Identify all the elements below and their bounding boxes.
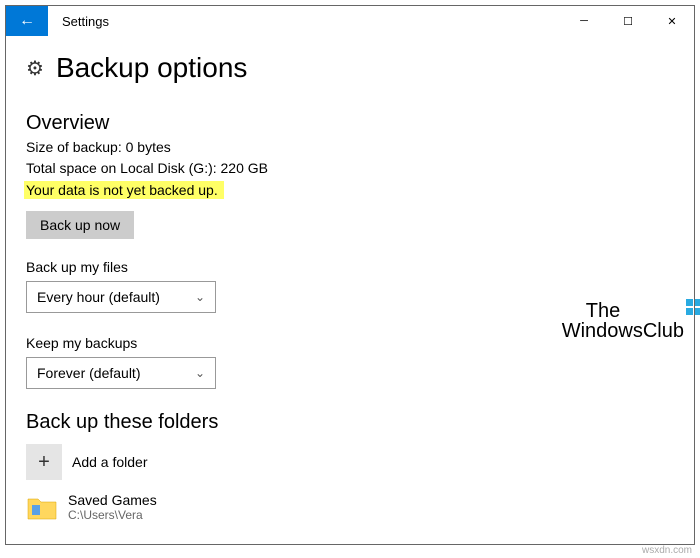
folder-icon [26, 493, 58, 521]
backup-status-highlight: Your data is not yet backed up. [24, 181, 224, 199]
retention-dropdown[interactable]: Forever (default) ⌄ [26, 357, 216, 389]
watermark-line2: WindowsClub [562, 321, 684, 341]
close-button[interactable]: ✕ [650, 6, 694, 36]
watermark-line1: The [586, 301, 684, 321]
settings-window: ← Settings ─ ☐ ✕ ⚙ Backup options Overvi… [5, 5, 695, 545]
watermark: The WindowsClub [562, 301, 684, 341]
page-title: Backup options [56, 52, 247, 84]
folders-heading: Back up these folders [26, 411, 674, 434]
overview-heading: Overview [26, 112, 674, 135]
retention-selected: Forever (default) [37, 365, 140, 381]
titlebar-spacer [123, 6, 562, 36]
folder-path: C:\Users\Vera [68, 508, 157, 522]
window-title: Settings [48, 6, 123, 36]
content-area: ⚙ Backup options Overview Size of backup… [6, 36, 694, 522]
gear-icon: ⚙ [26, 56, 44, 81]
backup-size-line: Size of backup: 0 bytes [26, 137, 674, 158]
folder-name: Saved Games [68, 492, 157, 508]
plus-icon: + [26, 444, 62, 480]
titlebar: ← Settings ─ ☐ ✕ [6, 6, 694, 36]
arrow-left-icon: ← [19, 12, 35, 30]
total-space-line: Total space on Local Disk (G:): 220 GB [26, 158, 674, 179]
folder-item[interactable]: Saved Games C:\Users\Vera [26, 492, 674, 522]
add-folder-label: Add a folder [72, 454, 148, 470]
maximize-button[interactable]: ☐ [606, 6, 650, 36]
frequency-label: Back up my files [26, 259, 674, 275]
chevron-down-icon: ⌄ [195, 290, 205, 304]
add-folder-button[interactable]: + Add a folder [26, 444, 674, 480]
frequency-dropdown[interactable]: Every hour (default) ⌄ [26, 281, 216, 313]
attribution: wsxdn.com [642, 545, 692, 556]
close-icon: ✕ [667, 15, 676, 28]
frequency-selected: Every hour (default) [37, 289, 160, 305]
chevron-down-icon: ⌄ [195, 366, 205, 380]
back-button[interactable]: ← [6, 6, 48, 36]
minimize-icon: ─ [580, 15, 588, 27]
folder-text: Saved Games C:\Users\Vera [68, 492, 157, 522]
windows-logo-icon [686, 299, 700, 319]
maximize-icon: ☐ [623, 15, 633, 28]
page-header: ⚙ Backup options [26, 52, 674, 84]
backup-now-button[interactable]: Back up now [26, 211, 134, 239]
minimize-button[interactable]: ─ [562, 6, 606, 36]
